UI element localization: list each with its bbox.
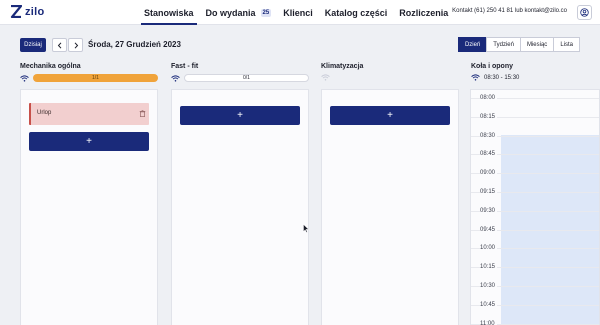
time-label: 08:45: [480, 151, 498, 158]
time-label: 11:00: [480, 320, 497, 325]
view-list-button[interactable]: Lista: [553, 37, 580, 52]
nav-rozliczenia[interactable]: Rozliczenia: [393, 0, 454, 25]
nav-label: Rozliczenia: [399, 7, 449, 18]
main-nav: Stanowiska Do wydania 25 Klienci Katalog…: [138, 0, 454, 25]
time-slot-row[interactable]: 08:30: [471, 132, 599, 139]
nav-do-wydania[interactable]: Do wydania 25: [200, 0, 278, 25]
working-hours: 08:30 - 15:30: [484, 74, 520, 81]
time-label: 09:30: [480, 207, 498, 214]
column-header-klimatyzacja: Klimatyzacja: [321, 63, 461, 81]
column-title: Klimatyzacja: [321, 63, 364, 70]
add-appointment-button[interactable]: +: [180, 106, 300, 125]
column-klimatyzacja[interactable]: +: [321, 89, 459, 325]
column-title: Koła i opony: [471, 63, 513, 70]
time-label: 08:30: [480, 132, 498, 139]
progress-text: 1/1: [92, 75, 99, 81]
nav-label: Stanowiska: [144, 7, 194, 18]
current-date: Środa, 27 Grudzień 2023: [88, 40, 181, 49]
add-appointment-button[interactable]: +: [330, 106, 450, 125]
event-label: Urlop: [37, 110, 52, 116]
time-slot-row[interactable]: 08:45: [471, 151, 599, 158]
time-slot-row[interactable]: 10:30: [471, 283, 599, 289]
time-label: 08:15: [480, 113, 498, 120]
top-bar: zilo Stanowiska Do wydania 25 Klienci Ka…: [0, 0, 600, 25]
nav-label: Do wydania: [205, 7, 256, 18]
zilo-logo-icon: [10, 5, 22, 18]
time-slot-row[interactable]: 08:15: [471, 113, 599, 120]
time-label: 10:15: [480, 264, 498, 271]
time-label: 09:45: [480, 226, 498, 233]
time-label: 09:15: [480, 189, 498, 195]
prev-day-button[interactable]: [52, 38, 67, 52]
event-block[interactable]: Urlop: [29, 103, 149, 125]
column-title: Fast - fit: [171, 63, 199, 70]
count-badge: 25: [260, 8, 272, 17]
column-mechanika[interactable]: Urlop +: [20, 89, 158, 325]
column-kola-i-opony[interactable]: 08:00 08:15 08:30 08:45 09:00 09:15 09:30 09:45…: [470, 89, 600, 325]
nav-label: Klienci: [283, 7, 313, 18]
time-slot-row[interactable]: 09:00: [471, 170, 599, 177]
user-icon: [580, 8, 589, 17]
time-slot-row[interactable]: 10:15: [471, 264, 599, 271]
column-title: Mechanika ogólna: [20, 63, 81, 70]
logo[interactable]: zilo: [10, 5, 45, 18]
logo-text: zilo: [25, 5, 45, 18]
wifi-icon: [20, 74, 29, 82]
view-day-button[interactable]: Dzień: [457, 37, 488, 52]
mouse-cursor-icon: [303, 224, 309, 233]
today-button[interactable]: Dzisiaj: [20, 38, 46, 52]
time-label: 09:00: [480, 170, 498, 177]
nav-stanowiska[interactable]: Stanowiska: [138, 0, 200, 25]
nav-klienci[interactable]: Klienci: [277, 0, 319, 25]
nav-katalog-czesci[interactable]: Katalog części: [319, 0, 394, 25]
column-header-kola-i-opony: Koła i opony 08:30 - 15:30: [471, 63, 596, 81]
next-day-button[interactable]: [68, 38, 83, 52]
user-account-button[interactable]: [577, 5, 592, 20]
contact-info: Kontakt (61) 250 41 81 lub kontakt@zilo.…: [452, 8, 567, 14]
time-slot-row[interactable]: 08:00: [471, 95, 599, 101]
trash-icon[interactable]: [139, 110, 146, 117]
capacity-progress-bar: 0/1: [184, 74, 309, 82]
view-week-button[interactable]: Tydzień: [486, 37, 521, 52]
time-label: 10:30: [480, 283, 498, 289]
column-fast-fit[interactable]: +: [171, 89, 309, 325]
wifi-icon: [171, 74, 180, 82]
time-slot-row[interactable]: 09:30: [471, 207, 599, 214]
capacity-progress-bar: 1/1: [33, 74, 158, 82]
time-slot-row[interactable]: 09:45: [471, 226, 599, 233]
time-slot-row[interactable]: 09:15: [471, 189, 599, 195]
time-label: 10:00: [480, 245, 498, 252]
column-header-mechanika: Mechanika ogólna 1/1: [20, 63, 160, 82]
wifi-off-icon: [321, 74, 330, 81]
column-header-fast-fit: Fast - fit 0/1: [171, 63, 311, 82]
time-slot-row[interactable]: 10:45: [471, 301, 599, 308]
chevron-left-icon: [57, 41, 61, 49]
add-appointment-button[interactable]: +: [29, 132, 149, 151]
chevron-right-icon: [74, 41, 78, 49]
nav-label: Katalog części: [324, 7, 388, 18]
progress-text: 0/1: [243, 75, 250, 81]
time-label: 10:45: [480, 301, 498, 308]
wifi-icon: [471, 74, 480, 81]
view-switcher: Dzień Tydzień Miesiąc Lista: [457, 37, 580, 52]
view-month-button[interactable]: Miesiąc: [519, 37, 555, 52]
time-slot-row[interactable]: 11:00: [471, 320, 599, 325]
time-label: 08:00: [480, 95, 498, 101]
time-slot-row[interactable]: 10:00: [471, 245, 599, 252]
